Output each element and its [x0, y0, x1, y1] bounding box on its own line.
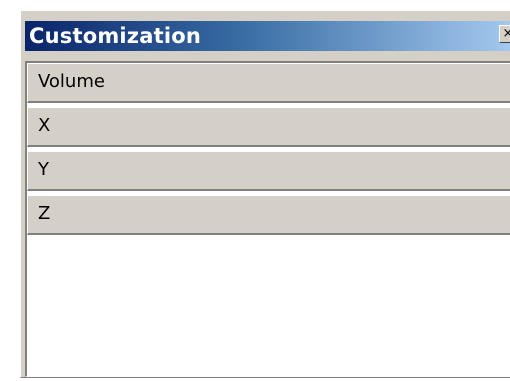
- title-bar[interactable]: Customization ×: [25, 21, 510, 51]
- list-item-x[interactable]: X: [27, 107, 510, 147]
- list-item-z[interactable]: Z: [27, 195, 510, 235]
- customization-window: Customization × Volume X Y Z: [20, 10, 510, 378]
- customization-list: Volume X Y Z: [27, 63, 510, 239]
- close-icon: ×: [502, 26, 510, 41]
- customization-list-panel: Volume X Y Z: [25, 61, 510, 377]
- window-title: Customization: [29, 24, 202, 48]
- list-item-y[interactable]: Y: [27, 151, 510, 191]
- close-button[interactable]: ×: [499, 25, 510, 43]
- list-item-volume[interactable]: Volume: [27, 63, 510, 103]
